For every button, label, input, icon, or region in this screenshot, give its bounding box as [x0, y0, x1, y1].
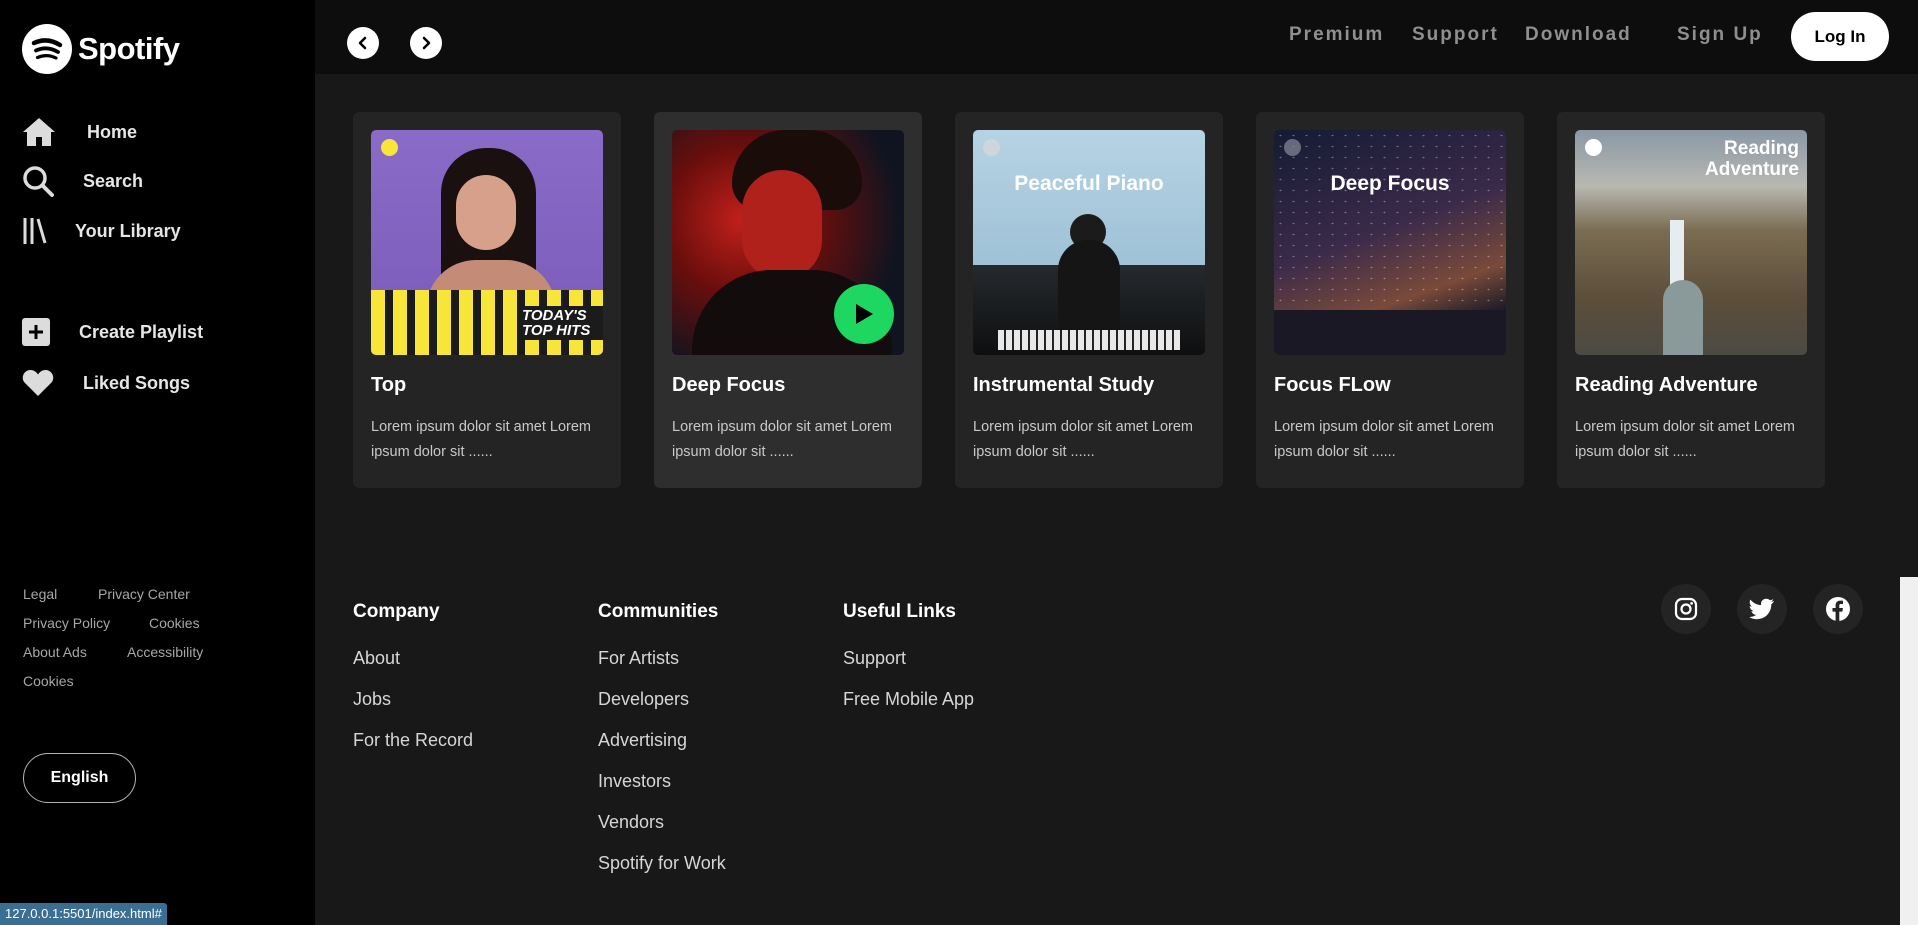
sign-up-link[interactable]: Sign Up — [1677, 24, 1763, 46]
main-content: TODAY'S TOP HITS Top Lorem ipsum dolor s… — [315, 74, 1918, 925]
playlist-card[interactable]: TODAY'S TOP HITS Top Lorem ipsum dolor s… — [353, 112, 621, 488]
footer-link-for-the-record[interactable]: For the Record — [353, 730, 473, 751]
spotify-mini-icon — [983, 139, 1000, 156]
cover-title: Reading Adventure — [1705, 138, 1799, 180]
footer-link-jobs[interactable]: Jobs — [353, 689, 391, 710]
footer-link-investors[interactable]: Investors — [598, 771, 671, 792]
card-description: Lorem ipsum dolor sit amet Lorem ipsum d… — [1575, 419, 1795, 460]
twitter-icon — [1749, 598, 1774, 620]
sidebar-item-label: Liked Songs — [83, 372, 191, 393]
chevron-left-icon — [358, 36, 367, 50]
instagram-button[interactable] — [1661, 584, 1711, 634]
about-ads-link[interactable]: About Ads — [23, 644, 87, 660]
footer-link-advertising[interactable]: Advertising — [598, 730, 687, 751]
sidebar-item-label: Home — [87, 121, 138, 142]
legal-link[interactable]: Legal — [23, 586, 57, 602]
brand-name: Spotify — [78, 31, 180, 66]
twitter-button[interactable] — [1737, 584, 1787, 634]
cover-title: Peaceful Piano — [1014, 172, 1164, 195]
search-icon — [23, 166, 54, 197]
sidebar: Spotify Home Search Your Library Create … — [0, 0, 315, 925]
card-title: Focus FLow — [1274, 374, 1391, 396]
playlist-card[interactable]: Deep Focus Lorem ipsum dolor sit amet Lo… — [654, 112, 922, 488]
cover-title: Deep Focus — [1330, 172, 1450, 195]
playlist-cover: Reading Adventure — [1575, 130, 1807, 355]
footer-heading-useful-links: Useful Links — [843, 601, 956, 622]
card-title: Top — [371, 374, 407, 396]
footer-link-developers[interactable]: Developers — [598, 689, 689, 710]
card-title: Deep Focus — [672, 374, 786, 396]
accessibility-link[interactable]: Accessibility — [127, 644, 203, 660]
playlist-card[interactable]: Peaceful Piano Instrumental Study Lorem … — [955, 112, 1223, 488]
heart-icon — [22, 370, 54, 396]
playlist-card[interactable]: Reading Adventure Reading Adventure Lore… — [1557, 112, 1825, 488]
scrollbar[interactable] — [1900, 577, 1918, 925]
sidebar-item-liked-songs[interactable]: Liked Songs — [22, 369, 190, 397]
status-bar-url: 127.0.0.1:5501/index.html# — [0, 903, 167, 925]
playlist-cover — [672, 130, 904, 355]
footer-heading-communities: Communities — [598, 601, 719, 622]
support-link[interactable]: Support — [1412, 24, 1499, 46]
plus-square-icon — [22, 318, 50, 346]
footer-heading-company: Company — [353, 601, 440, 622]
spotify-logo[interactable]: Spotify — [22, 24, 180, 74]
home-icon — [23, 118, 55, 146]
instagram-icon — [1674, 597, 1698, 621]
footer-link-vendors[interactable]: Vendors — [598, 812, 664, 833]
sidebar-item-library[interactable]: Your Library — [22, 216, 181, 246]
spotify-mini-icon — [1585, 139, 1602, 156]
card-description: Lorem ipsum dolor sit amet Lorem ipsum d… — [1274, 419, 1494, 460]
footer-link-free-mobile-app[interactable]: Free Mobile App — [843, 689, 974, 710]
spotify-mini-icon — [1284, 139, 1301, 156]
sidebar-item-search[interactable]: Search — [22, 165, 143, 197]
back-button[interactable] — [347, 27, 379, 59]
language-button[interactable]: English — [23, 753, 136, 803]
card-title: Reading Adventure — [1575, 374, 1758, 396]
log-in-button[interactable]: Log In — [1791, 12, 1889, 61]
footer-link-spotify-for-work[interactable]: Spotify for Work — [598, 853, 726, 874]
card-description: Lorem ipsum dolor sit amet Lorem ipsum d… — [672, 419, 892, 460]
play-button[interactable] — [834, 284, 894, 344]
privacy-center-link[interactable]: Privacy Center — [98, 586, 190, 602]
footer-link-support[interactable]: Support — [843, 648, 906, 669]
card-description: Lorem ipsum dolor sit amet Lorem ipsum d… — [371, 419, 591, 460]
footer-link-for-artists[interactable]: For Artists — [598, 648, 679, 669]
spotify-logo-icon — [22, 24, 72, 74]
sidebar-item-label: Your Library — [75, 220, 181, 241]
privacy-policy-link[interactable]: Privacy Policy — [23, 615, 110, 631]
forward-button[interactable] — [410, 27, 442, 59]
cover-title: TODAY'S TOP HITS — [519, 306, 603, 340]
card-title: Instrumental Study — [973, 374, 1155, 396]
library-icon — [23, 218, 47, 244]
sidebar-item-label: Search — [83, 170, 144, 191]
cookies-link[interactable]: Cookies — [149, 615, 200, 631]
sidebar-item-home[interactable]: Home — [22, 117, 137, 147]
card-description: Lorem ipsum dolor sit amet Lorem ipsum d… — [973, 419, 1193, 460]
footer-link-about[interactable]: About — [353, 648, 400, 669]
playlist-card[interactable]: Deep Focus Focus FLow Lorem ipsum dolor … — [1256, 112, 1524, 488]
spotify-mini-icon — [381, 139, 398, 156]
cookies-link[interactable]: Cookies — [23, 673, 74, 689]
sidebar-item-label: Create Playlist — [79, 321, 204, 342]
download-link[interactable]: Download — [1525, 24, 1632, 46]
playlist-cover: Peaceful Piano — [973, 130, 1205, 355]
playlist-cover: TODAY'S TOP HITS — [371, 130, 603, 355]
play-icon — [856, 304, 873, 324]
facebook-button[interactable] — [1813, 584, 1863, 634]
sidebar-item-create-playlist[interactable]: Create Playlist — [22, 318, 203, 346]
playlist-cover: Deep Focus — [1274, 130, 1506, 355]
chevron-right-icon — [422, 36, 431, 50]
facebook-icon — [1826, 597, 1850, 621]
premium-link[interactable]: Premium — [1289, 24, 1384, 46]
